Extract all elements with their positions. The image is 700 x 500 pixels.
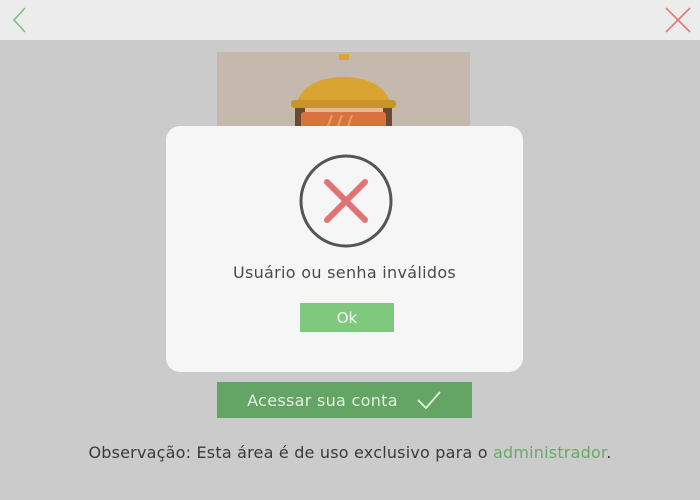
note-prefix: Observação: Esta área é de uso exclusivo…: [88, 443, 494, 462]
error-dialog: Usuário ou senha inválidos Ok: [166, 126, 523, 372]
top-bar: [0, 0, 700, 40]
error-message: Usuário ou senha inválidos: [232, 263, 457, 282]
back-button[interactable]: [8, 6, 32, 34]
close-icon: [665, 7, 691, 33]
error-x-icon: [299, 154, 393, 248]
ok-button[interactable]: Ok: [300, 303, 394, 332]
observation-note: Observação: Esta área é de uso exclusivo…: [0, 443, 700, 462]
access-account-label: Acessar sua conta: [247, 390, 398, 410]
access-account-button[interactable]: Acessar sua conta: [217, 382, 472, 418]
close-button[interactable]: [664, 6, 692, 34]
check-icon: [417, 391, 441, 410]
chevron-left-icon: [12, 7, 26, 33]
note-suffix: .: [606, 443, 612, 462]
administrator-link[interactable]: administrador: [493, 443, 606, 462]
